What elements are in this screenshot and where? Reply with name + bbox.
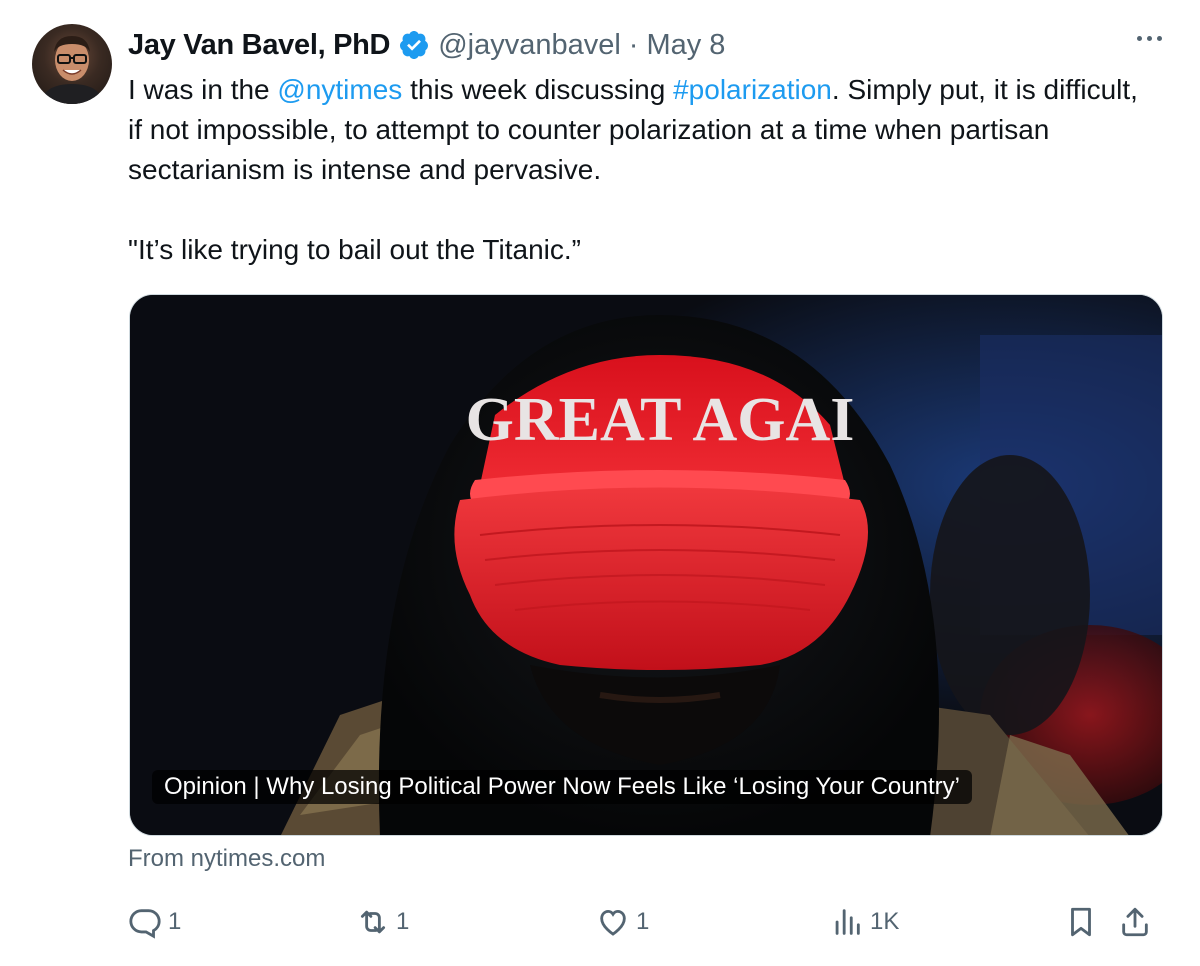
tweet-paragraph: I was in the @nytimes this week discussi… [128, 70, 1158, 190]
reply-button[interactable]: 1 [128, 900, 181, 944]
mention-link[interactable]: @nytimes [277, 74, 402, 105]
hat-text: GREAT AGAI [466, 386, 855, 454]
hashtag-link[interactable]: #polarization [673, 74, 832, 105]
avatar[interactable] [32, 24, 112, 104]
link-card[interactable]: GREAT AGAI Opinion | Why Losing Politica… [129, 294, 1163, 836]
action-bar: 1 1 1 1K [128, 900, 1168, 944]
tweet-quote: "It’s like trying to bail out the Titani… [128, 234, 581, 265]
text-segment: this week discussing [402, 74, 674, 105]
repost-count: 1 [396, 908, 410, 935]
views-icon [835, 909, 860, 935]
bookmark-button[interactable] [1064, 900, 1098, 944]
share-icon [1122, 907, 1148, 937]
repost-button[interactable]: 1 [356, 900, 409, 944]
views-count: 1K [870, 908, 900, 935]
card-source[interactable]: From nytimes.com [128, 845, 325, 873]
text-segment: I was in the [128, 74, 278, 105]
like-count: 1 [636, 908, 650, 935]
reply-count: 1 [168, 908, 182, 935]
author-handle[interactable]: @jayvanbavel [438, 29, 621, 62]
share-button[interactable] [1118, 900, 1152, 944]
bookmark-icon [1071, 907, 1091, 937]
separator-dot: · [628, 28, 639, 61]
verified-badge-icon [400, 31, 429, 59]
tweet[interactable]: Jay Van Bavel, PhD @jayvanbavel · May 8 … [0, 0, 1200, 966]
more-icon[interactable] [1137, 36, 1162, 41]
card-image: GREAT AGAI [130, 295, 1162, 835]
repost-icon [360, 910, 386, 934]
like-button[interactable]: 1 [596, 900, 649, 944]
views-button[interactable]: 1K [830, 900, 899, 944]
tweet-date[interactable]: May 8 [646, 29, 725, 62]
like-icon [600, 909, 626, 936]
reply-icon [129, 909, 161, 939]
tweet-header: Jay Van Bavel, PhD @jayvanbavel · May 8 [128, 26, 725, 64]
card-caption: Opinion | Why Losing Political Power Now… [152, 770, 972, 804]
tweet-text: I was in the @nytimes this week discussi… [128, 70, 1158, 270]
author-display-name[interactable]: Jay Van Bavel, PhD [128, 29, 390, 62]
